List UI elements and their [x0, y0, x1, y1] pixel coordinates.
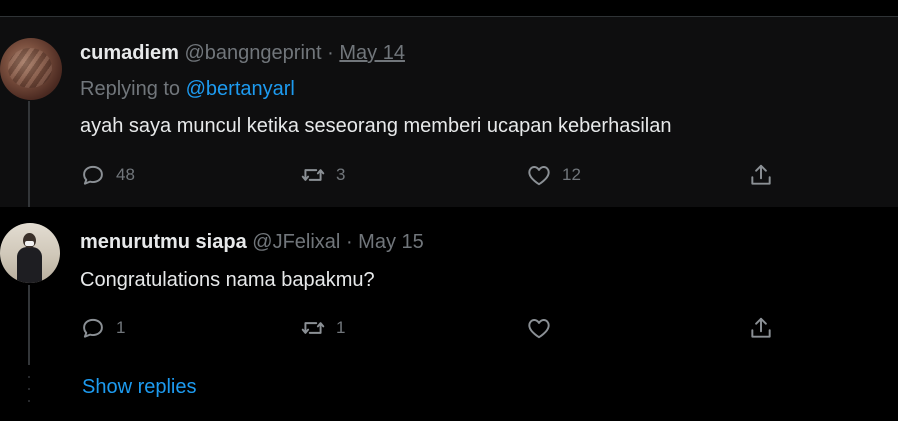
- reply-thread: cumadiem @bangngeprint · May 14 Replying…: [0, 0, 898, 421]
- reply-button[interactable]: 1: [80, 315, 125, 341]
- share-button[interactable]: [748, 162, 774, 188]
- reply-count: 1: [116, 318, 126, 337]
- user-handle[interactable]: @JFelixal: [252, 231, 340, 253]
- tweet-date[interactable]: May 15: [358, 231, 424, 253]
- avatar[interactable]: [0, 38, 62, 100]
- share-icon: [748, 162, 774, 188]
- retweet-button[interactable]: 1: [300, 315, 345, 341]
- display-name[interactable]: menurutmu siapa: [80, 231, 247, 253]
- retweet-count: 3: [336, 165, 346, 184]
- tweet[interactable]: cumadiem @bangngeprint · May 14 Replying…: [0, 17, 898, 224]
- avatar[interactable]: [0, 223, 60, 283]
- reply-button[interactable]: 48: [80, 162, 135, 188]
- like-button[interactable]: 12: [526, 162, 581, 188]
- tweet-date[interactable]: May 14: [339, 42, 405, 64]
- heart-icon: [526, 162, 552, 188]
- like-count: 12: [562, 165, 581, 184]
- retweet-icon: [300, 315, 326, 341]
- separator: ·: [345, 231, 353, 253]
- retweet-button[interactable]: 3: [300, 162, 345, 188]
- share-icon: [748, 315, 774, 341]
- reply-icon: [80, 315, 106, 341]
- tweet-header: menurutmu siapa @JFelixal · May 15: [80, 231, 424, 254]
- reply-count: 48: [116, 165, 135, 184]
- display-name[interactable]: cumadiem: [80, 42, 179, 64]
- retweet-icon: [300, 162, 326, 188]
- thread-line: [28, 285, 30, 365]
- reply-icon: [80, 162, 106, 188]
- replying-to-label: Replying to: [80, 78, 181, 100]
- thread-continuation-dots: [27, 376, 31, 402]
- avatar-photo: [17, 233, 42, 283]
- tweet-header: cumadiem @bangngeprint · May 14: [80, 42, 405, 65]
- show-replies-link[interactable]: Show replies: [82, 376, 197, 399]
- heart-icon: [526, 315, 552, 341]
- user-handle[interactable]: @bangngeprint: [185, 42, 322, 64]
- tweet-text: ayah saya muncul ketika seseorang member…: [80, 115, 672, 137]
- tweet-text: Congratulations nama bapakmu?: [80, 269, 375, 291]
- separator: ·: [327, 42, 334, 64]
- replying-to: Replying to @bertanyarl: [80, 78, 295, 101]
- thread-line: [28, 101, 30, 224]
- mention-link[interactable]: @bertanyarl: [186, 78, 295, 100]
- retweet-count: 1: [336, 318, 346, 337]
- like-button[interactable]: [526, 315, 562, 341]
- tweet[interactable]: menurutmu siapa @JFelixal · May 15 Congr…: [0, 207, 898, 365]
- share-button[interactable]: [748, 315, 774, 341]
